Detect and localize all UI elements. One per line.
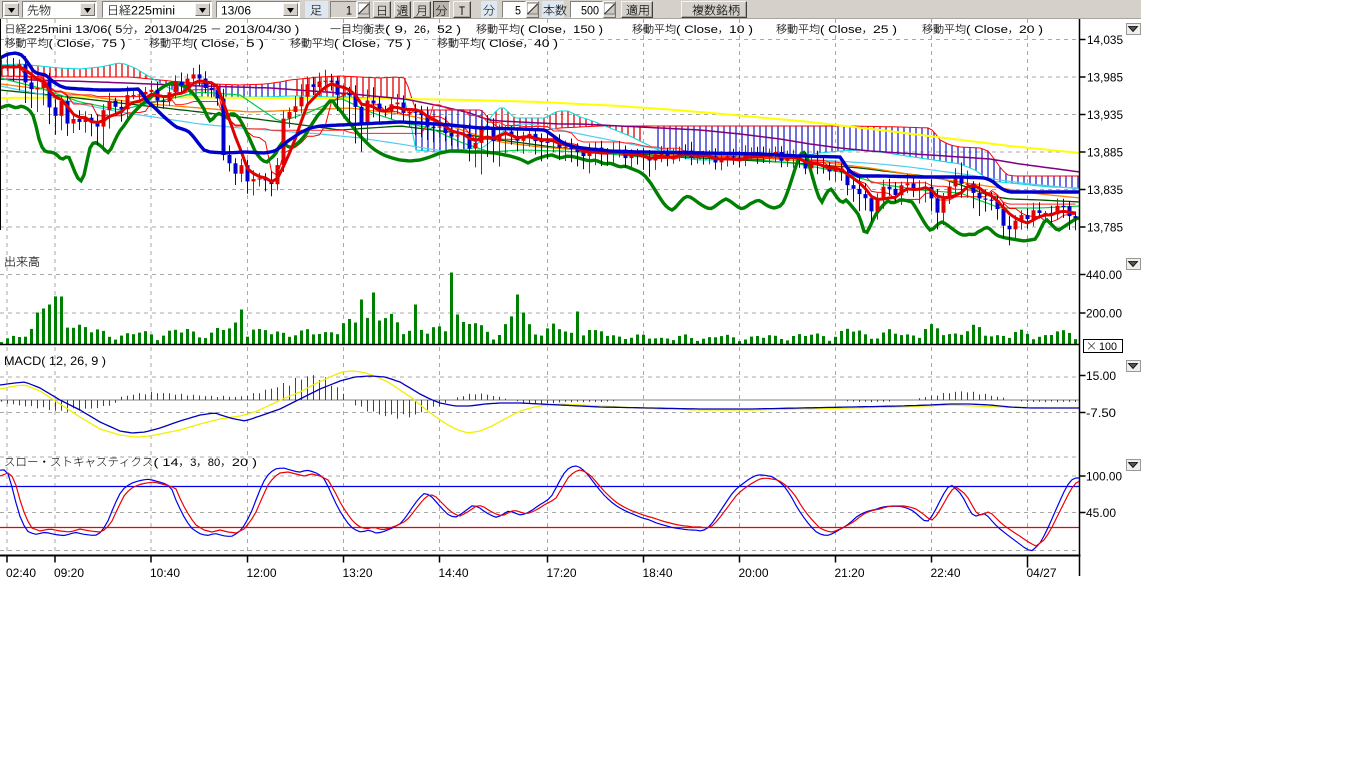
svg-text:75 ): 75 ): [387, 38, 411, 50]
svg-text:22:40: 22:40: [931, 566, 961, 580]
svg-text:10:40: 10:40: [150, 566, 180, 580]
svg-text:13:20: 13:20: [343, 566, 373, 580]
svg-text:13,785: 13,785: [1087, 221, 1123, 235]
svg-text:( Close: ( Close: [481, 38, 523, 50]
svg-text:14:40: 14:40: [439, 566, 469, 580]
svg-text:13,985: 13,985: [1087, 71, 1123, 85]
svg-text:2013/04/25: 2013/04/25: [144, 24, 210, 36]
svg-text:13,935: 13,935: [1087, 108, 1123, 122]
svg-text:( Close: ( Close: [193, 38, 235, 50]
svg-text:MACD( 12, 26, 9 ): MACD( 12, 26, 9 ): [4, 354, 106, 368]
svg-text:( Close: ( Close: [49, 38, 91, 50]
svg-text:12:00: 12:00: [247, 566, 277, 580]
svg-text:-7.50: -7.50: [1086, 406, 1116, 420]
svg-text:100: 100: [1099, 341, 1117, 353]
svg-text:225mini 13/06( 5: 225mini 13/06( 5: [27, 24, 123, 36]
svg-text:5: 5: [515, 4, 521, 18]
svg-text:440.00: 440.00: [1086, 268, 1122, 282]
svg-text:02:40: 02:40: [6, 566, 36, 580]
svg-text:( Close: ( Close: [676, 24, 718, 36]
svg-text:13,885: 13,885: [1087, 146, 1123, 160]
svg-text:( 9: ( 9: [385, 24, 403, 36]
svg-text:1: 1: [346, 4, 352, 18]
svg-text:( 14: ( 14: [154, 457, 179, 469]
svg-text:40 ): 40 ): [534, 38, 558, 50]
svg-text:21:20: 21:20: [835, 566, 865, 580]
svg-text:150 ): 150 ): [573, 24, 603, 36]
svg-text:14,035: 14,035: [1087, 33, 1123, 47]
svg-text:3: 3: [190, 457, 196, 469]
svg-text:52 ): 52 ): [437, 24, 461, 36]
svg-text:13/06: 13/06: [221, 4, 251, 18]
svg-text:20 ): 20 ): [1019, 24, 1043, 36]
svg-text:2013/04/30 ): 2013/04/30 ): [221, 24, 299, 36]
svg-text:225mini: 225mini: [131, 6, 175, 18]
svg-text:100.00: 100.00: [1086, 470, 1122, 484]
svg-text:20:00: 20:00: [739, 566, 769, 580]
svg-text:17:20: 17:20: [547, 566, 577, 580]
svg-text:( Close: ( Close: [966, 24, 1008, 36]
svg-text:5 ): 5 ): [246, 38, 264, 50]
svg-text:80: 80: [208, 457, 221, 469]
svg-text:500: 500: [581, 4, 599, 18]
svg-text:15.00: 15.00: [1086, 369, 1116, 383]
svg-text:25 ): 25 ): [873, 24, 897, 36]
svg-text:20 ): 20 ): [232, 457, 257, 469]
svg-text:18:40: 18:40: [643, 566, 673, 580]
svg-text:T: T: [459, 4, 466, 18]
svg-text:( Close: ( Close: [520, 24, 562, 36]
svg-text:09:20: 09:20: [54, 566, 84, 580]
svg-text:( Close: ( Close: [334, 38, 376, 50]
svg-text:13,835: 13,835: [1087, 183, 1123, 197]
svg-text:45.00: 45.00: [1086, 506, 1116, 520]
svg-text:200.00: 200.00: [1086, 307, 1122, 321]
svg-text:26: 26: [414, 24, 426, 36]
svg-text:04/27: 04/27: [1027, 566, 1057, 580]
svg-text:10 ): 10 ): [729, 24, 753, 36]
svg-text:75 ): 75 ): [102, 38, 126, 50]
svg-text:( Close: ( Close: [820, 24, 862, 36]
